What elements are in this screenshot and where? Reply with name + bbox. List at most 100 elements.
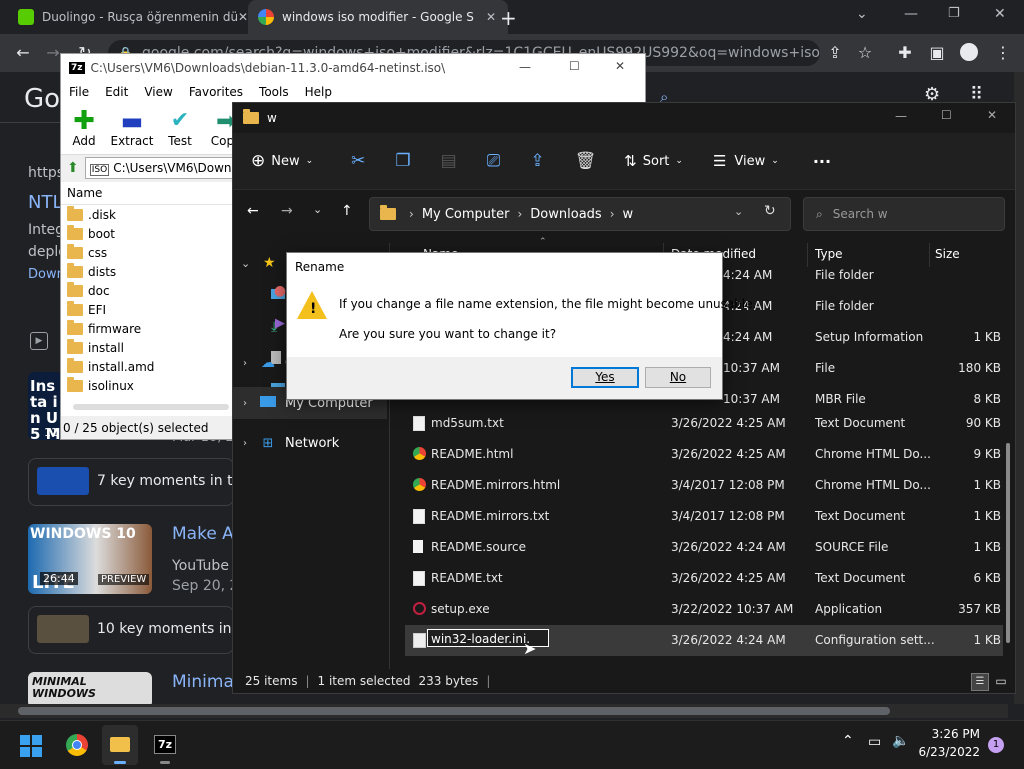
- quick-access-star-icon[interactable]: ★: [263, 255, 276, 271]
- up-folder-icon[interactable]: ⬆: [67, 160, 79, 176]
- crumb-w[interactable]: w: [623, 207, 634, 222]
- file-row[interactable]: README.txt 3/26/2022 4:25 AM Text Document…: [405, 563, 1003, 594]
- scrollbar-thumb[interactable]: [18, 707, 890, 715]
- minimize-icon[interactable]: —: [895, 109, 907, 123]
- folder-row[interactable]: install.amd: [61, 357, 233, 376]
- menu-kebab-icon[interactable]: ⋮: [990, 40, 1016, 66]
- menu-tools[interactable]: Tools: [259, 85, 289, 99]
- add-button[interactable]: ✚ Add: [61, 108, 107, 148]
- file-row[interactable]: README.mirrors.txt 3/4/2017 12:08 PM Text …: [405, 501, 1003, 532]
- up-icon[interactable]: ↑: [341, 203, 353, 219]
- video-thumbnail[interactable]: MINIMAL WINDOWS: [28, 672, 152, 708]
- result-title[interactable]: NTL: [28, 192, 63, 213]
- horizontal-scrollbar[interactable]: [0, 704, 1008, 718]
- sort-button[interactable]: ⇅ Sort ⌄: [624, 152, 683, 170]
- folder-row[interactable]: .disk: [61, 205, 233, 224]
- cut-icon[interactable]: ✂: [351, 151, 365, 171]
- menu-view[interactable]: View: [144, 85, 172, 99]
- crumb-my-computer[interactable]: My Computer: [422, 207, 510, 222]
- close-icon[interactable]: ✕: [482, 8, 500, 26]
- file-row[interactable]: README.mirrors.html 3/4/2017 12:08 PM Chro…: [405, 470, 1003, 501]
- extensions-icon[interactable]: ✚: [892, 40, 918, 66]
- refresh-icon[interactable]: ↻: [764, 203, 776, 219]
- new-tab-button[interactable]: +: [500, 6, 517, 30]
- delete-icon[interactable]: 🗑: [575, 151, 597, 171]
- 7zip-taskbar-icon[interactable]: 7z: [154, 735, 177, 754]
- extract-button[interactable]: ▬ Extract: [107, 108, 157, 148]
- profile-avatar[interactable]: [960, 43, 978, 61]
- volume-icon[interactable]: 🔈: [892, 733, 909, 749]
- minimize-icon[interactable]: —: [519, 60, 531, 74]
- tab-duolingo[interactable]: Duolingo - Rusça öğrenmenin dü ✕: [8, 0, 260, 34]
- folder-row[interactable]: doc: [61, 281, 233, 300]
- maximize-icon[interactable]: ☐: [569, 59, 580, 73]
- new-button[interactable]: ⊕ New ⌄: [251, 151, 313, 171]
- menu-file[interactable]: File: [69, 85, 89, 99]
- column-header-size[interactable]: Size: [935, 247, 960, 261]
- video-thumbnail[interactable]: WINDOWS 10 LITE 26:44 PREVIEW: [28, 524, 152, 594]
- forward-icon[interactable]: →: [281, 203, 293, 219]
- file-list-scrollbar[interactable]: [1006, 443, 1010, 643]
- back-icon[interactable]: ←: [10, 40, 36, 66]
- no-button[interactable]: No: [645, 367, 711, 388]
- close-icon[interactable]: ✕: [987, 108, 997, 122]
- video-title[interactable]: Minimal: [172, 672, 239, 692]
- menu-edit[interactable]: Edit: [105, 85, 128, 99]
- menu-help[interactable]: Help: [305, 85, 332, 99]
- expand-chevron-icon[interactable]: ›: [233, 438, 257, 449]
- explorer-taskbar-button[interactable]: [102, 725, 138, 765]
- file-row[interactable]: md5sum.txt 3/26/2022 4:25 AM Text Document…: [405, 408, 1003, 439]
- search-box[interactable]: ⌕ Search w: [803, 197, 1005, 231]
- copy-icon[interactable]: ❐: [395, 151, 410, 171]
- share-icon[interactable]: ⇪: [530, 151, 544, 171]
- network-icon[interactable]: ▭: [868, 734, 881, 750]
- folder-row[interactable]: firmware: [61, 319, 233, 338]
- file-row[interactable]: setup.exe 3/22/2022 10:37 AM Application 35…: [405, 594, 1003, 625]
- restore-icon[interactable]: ❐: [948, 6, 960, 21]
- share-icon[interactable]: ⇪: [822, 40, 848, 66]
- chrome-taskbar-icon[interactable]: [66, 734, 88, 756]
- back-icon[interactable]: ←: [247, 203, 259, 219]
- expand-chevron-icon[interactable]: ⌄: [241, 257, 250, 270]
- clock-time[interactable]: 3:26 PM: [920, 727, 980, 741]
- sidepanel-icon[interactable]: ▣: [924, 40, 950, 66]
- zip-scrollbar[interactable]: [73, 404, 229, 410]
- file-row[interactable]: README.source 3/26/2022 4:24 AM SOURCE Fil…: [405, 532, 1003, 563]
- folder-row[interactable]: isolinux: [61, 376, 233, 395]
- expand-chevron-icon[interactable]: ›: [233, 398, 257, 409]
- close-window-icon[interactable]: ✕: [994, 6, 1006, 22]
- rename-icon[interactable]: ⎚: [487, 151, 501, 171]
- paste-icon[interactable]: ▤: [441, 151, 457, 171]
- bookmark-star-icon[interactable]: ☆: [852, 40, 878, 66]
- details-view-icon[interactable]: ☰: [971, 673, 989, 691]
- google-logo[interactable]: Go: [24, 84, 60, 114]
- test-button[interactable]: ✔ Test: [157, 108, 203, 148]
- folder-row[interactable]: boot: [61, 224, 233, 243]
- start-windows-icon[interactable]: [20, 735, 42, 757]
- nav-item-network[interactable]: › ⊞ Network: [233, 427, 387, 459]
- column-header-name[interactable]: Name: [61, 182, 233, 205]
- yes-button[interactable]: Yes: [571, 367, 639, 388]
- minimize-icon[interactable]: —: [904, 6, 918, 22]
- folder-row[interactable]: css: [61, 243, 233, 262]
- crumb-downloads[interactable]: Downloads: [530, 207, 601, 222]
- chevron-up-icon[interactable]: ⌃: [842, 733, 854, 749]
- close-icon[interactable]: ✕: [615, 59, 625, 73]
- menu-favorites[interactable]: Favorites: [189, 85, 243, 99]
- address-breadcrumb[interactable]: › My Computer › Downloads › w ⌄ ↻: [369, 197, 791, 231]
- play-icon[interactable]: ▶: [30, 332, 48, 350]
- folder-row[interactable]: install: [61, 338, 233, 357]
- clock-date[interactable]: 6/23/2022: [910, 745, 980, 759]
- key-moments-card[interactable]: 7 key moments in this: [28, 458, 253, 506]
- key-moments-card[interactable]: 10 key moments in thi: [28, 606, 254, 654]
- folder-row[interactable]: dists: [61, 262, 233, 281]
- column-header-type[interactable]: Type: [815, 247, 843, 261]
- recent-chevron-icon[interactable]: ⌄: [313, 203, 322, 216]
- chevron-down-icon[interactable]: ⌄: [734, 205, 743, 218]
- maximize-icon[interactable]: ☐: [941, 108, 952, 122]
- folder-row[interactable]: EFI: [61, 300, 233, 319]
- notification-badge[interactable]: 1: [988, 737, 1004, 753]
- tiles-view-icon[interactable]: ▭: [993, 673, 1009, 689]
- file-row[interactable]: README.html 3/26/2022 4:25 AM Chrome HTML …: [405, 439, 1003, 470]
- tab-google-search[interactable]: windows iso modifier - Google S ✕: [248, 0, 508, 34]
